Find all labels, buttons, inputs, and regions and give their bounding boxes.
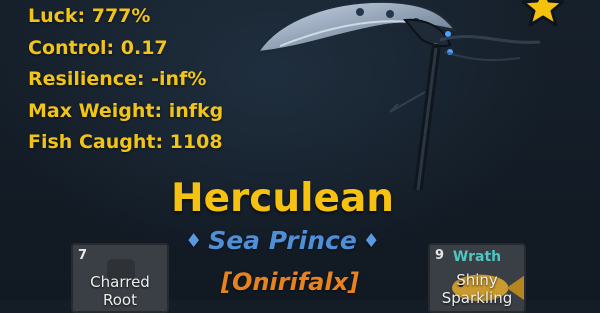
stat-fish-caught: Fish Caught: 1108 <box>28 131 223 153</box>
mutation-label: Wrath <box>452 249 502 265</box>
diamond-icon-right: ♦ <box>362 230 380 252</box>
item-name: Shiny Sparkling <box>441 271 513 307</box>
inventory-slot-7[interactable]: 7 Charred Root <box>71 243 169 313</box>
stats-panel: Luck: 777% Control: 0.17 Resilience: -in… <box>28 2 223 160</box>
inventory-slot-9[interactable]: 9 Wrath Shiny Sparkling <box>428 243 526 313</box>
slot-number: 7 <box>78 248 88 263</box>
item-name: Charred Root <box>90 273 150 309</box>
rod-title-text: Sea Prince <box>208 226 357 255</box>
diamond-icon-left: ♦ <box>185 230 203 252</box>
star-icon[interactable] <box>516 0 570 34</box>
stat-luck: Luck: 777% <box>28 5 151 27</box>
scythe-icon <box>256 0 541 190</box>
rod-name: Herculean <box>170 176 395 221</box>
stat-max-weight: Max Weight: infkg <box>28 99 224 122</box>
stat-control: Control: 0.17 <box>28 36 168 59</box>
stat-resilience: Resilience: -inf% <box>28 68 207 90</box>
